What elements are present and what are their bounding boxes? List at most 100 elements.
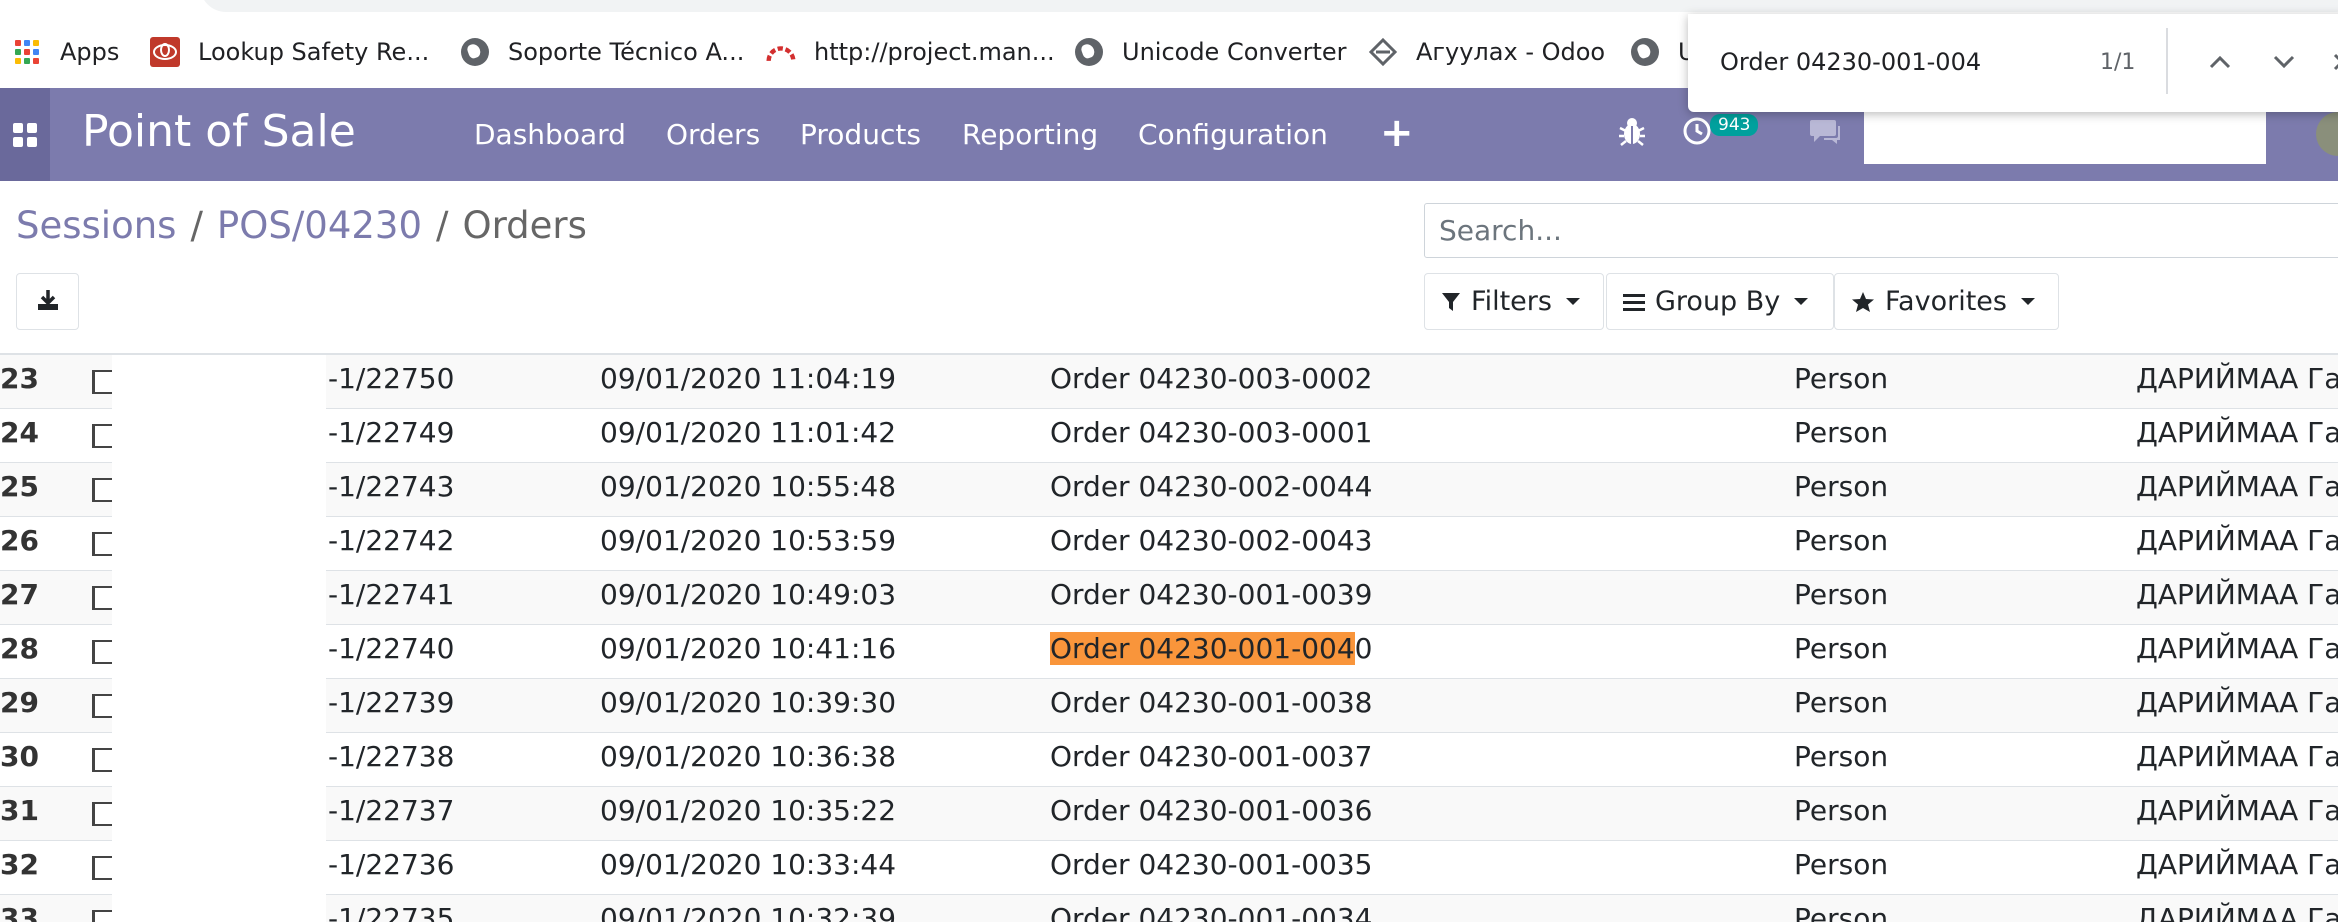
row-number: 31 — [0, 794, 39, 827]
table-row[interactable]: 30 -1/22738 09/01/2020 10:36:38 Order 04… — [0, 733, 2338, 787]
close-icon[interactable] — [2324, 44, 2338, 80]
filter-icon — [1442, 292, 1460, 311]
bookmark-label: Soporte Técnico A... — [508, 38, 745, 66]
order-name: Order 04230-003-0002 — [1050, 362, 1373, 395]
order-ref: -1/22743 — [328, 470, 455, 503]
order-ref: -1/22735 — [328, 902, 455, 922]
bookmark-lookup-safety[interactable]: Lookup Safety Re... — [150, 30, 429, 74]
row-checkbox[interactable] — [92, 478, 114, 502]
address-bar[interactable] — [200, 0, 2338, 12]
row-number: 33 — [0, 902, 39, 922]
favorites-button[interactable]: Favorites — [1834, 273, 2059, 330]
row-checkbox[interactable] — [92, 424, 114, 448]
chat-icon[interactable] — [1808, 116, 1842, 150]
row-checkbox[interactable] — [92, 370, 114, 394]
table-row[interactable]: 32 -1/22736 09/01/2020 10:33:44 Order 04… — [0, 841, 2338, 895]
menu-configuration[interactable]: Configuration — [1138, 118, 1328, 151]
find-in-page-bar: Order 04230-001-004 1/1 — [1688, 14, 2338, 112]
table-row[interactable]: 33 -1/22735 09/01/2020 10:32:39 Order 04… — [0, 895, 2338, 922]
order-name: Order 04230-001-0037 — [1050, 740, 1373, 773]
order-name: Order 04230-001-0039 — [1050, 578, 1373, 611]
order-cashier: ДАРИЙМАА Га — [2136, 524, 2338, 557]
avatar[interactable] — [2316, 112, 2338, 156]
order-customer: Person — [1794, 470, 1889, 503]
table-row[interactable]: 25 -1/22743 09/01/2020 10:55:48 Order 04… — [0, 463, 2338, 517]
row-checkbox[interactable] — [92, 856, 114, 880]
group-by-label: Group By — [1655, 286, 1781, 317]
order-date: 09/01/2020 10:32:39 — [600, 902, 897, 922]
find-match-count: 1/1 — [2100, 50, 2136, 75]
order-cashier: ДАРИЙМАА Га — [2136, 470, 2338, 503]
row-checkbox[interactable] — [92, 694, 114, 718]
chevron-down-icon[interactable] — [2266, 44, 2302, 80]
bug-icon[interactable] — [1618, 116, 1646, 152]
apps-menu-icon[interactable] — [0, 88, 50, 181]
row-number: 24 — [0, 416, 39, 449]
order-name: Order 04230-001-0035 — [1050, 848, 1373, 881]
order-date: 09/01/2020 10:53:59 — [600, 524, 897, 557]
activity-count-badge: 943 — [1710, 114, 1759, 136]
caret-down-icon — [1565, 298, 1580, 305]
order-ref: -1/22750 — [328, 362, 455, 395]
clock-icon[interactable] — [1682, 116, 1712, 150]
globe-icon — [460, 37, 490, 67]
bookmark-label: Агуулах - Odoo — [1416, 38, 1606, 66]
table-row[interactable]: 27 -1/22741 09/01/2020 10:49:03 Order 04… — [0, 571, 2338, 625]
bookmark-project[interactable]: http://project.man... — [766, 30, 1055, 74]
order-customer: Person — [1794, 362, 1889, 395]
order-ref: -1/22742 — [328, 524, 455, 557]
column-gap — [112, 355, 326, 922]
row-checkbox[interactable] — [92, 910, 114, 922]
breadcrumb-separator: / — [436, 204, 449, 247]
app-brand[interactable]: Point of Sale — [82, 106, 356, 157]
table-row[interactable]: 26 -1/22742 09/01/2020 10:53:59 Order 04… — [0, 517, 2338, 571]
bookmark-unicode-converter[interactable]: Unicode Converter — [1074, 30, 1346, 74]
order-cashier: ДАРИЙМАА Га — [2136, 902, 2338, 922]
row-checkbox[interactable] — [92, 532, 114, 556]
bookmark-apps[interactable]: Apps — [12, 30, 119, 74]
order-name: Order 04230-002-0043 — [1050, 524, 1373, 557]
order-customer: Person — [1794, 848, 1889, 881]
odoo-icon — [1368, 37, 1398, 67]
bookmark-label: http://project.man... — [814, 38, 1055, 66]
order-name: Order 04230-001-0034 — [1050, 902, 1373, 922]
menu-products[interactable]: Products — [800, 118, 921, 151]
menu-orders[interactable]: Orders — [666, 118, 760, 151]
row-checkbox[interactable] — [92, 586, 114, 610]
order-customer: Person — [1794, 632, 1889, 665]
filters-button[interactable]: Filters — [1424, 273, 1604, 330]
globe-icon — [1630, 37, 1660, 67]
table-row[interactable]: 31 -1/22737 09/01/2020 10:35:22 Order 04… — [0, 787, 2338, 841]
search-input[interactable] — [1439, 214, 2039, 247]
bookmark-odoo-warehouse[interactable]: Агуулах - Odoo — [1368, 30, 1605, 74]
bookmark-label: Unicode Converter — [1122, 38, 1347, 66]
menu-reporting[interactable]: Reporting — [962, 118, 1098, 151]
order-ref: -1/22740 — [328, 632, 455, 665]
table-row[interactable]: 29 -1/22739 09/01/2020 10:39:30 Order 04… — [0, 679, 2338, 733]
breadcrumb: Sessions / POS/04230 / Orders — [16, 204, 587, 247]
row-checkbox[interactable] — [92, 802, 114, 826]
table-row[interactable]: 23 -1/22750 09/01/2020 11:04:19 Order 04… — [0, 355, 2338, 409]
row-checkbox[interactable] — [92, 640, 114, 664]
order-cashier: ДАРИЙМАА Га — [2136, 632, 2338, 665]
page-title: Orders — [462, 204, 587, 247]
bookmark-u[interactable]: U — [1630, 30, 1696, 74]
plus-icon[interactable]: + — [1380, 110, 1414, 156]
table-row[interactable]: 28 -1/22740 09/01/2020 10:41:16 Order 04… — [0, 625, 2338, 679]
table-row[interactable]: 24 -1/22749 09/01/2020 11:01:42 Order 04… — [0, 409, 2338, 463]
bookmark-soporte-tecnico[interactable]: Soporte Técnico A... — [460, 30, 744, 74]
arc-logo-icon — [766, 37, 796, 67]
order-ref: -1/22738 — [328, 740, 455, 773]
order-customer: Person — [1794, 740, 1889, 773]
search-box[interactable] — [1424, 203, 2338, 258]
breadcrumb-sessions[interactable]: Sessions — [16, 204, 176, 247]
find-query-input[interactable]: Order 04230-001-004 — [1720, 48, 1981, 76]
group-by-button[interactable]: Group By — [1606, 273, 1834, 330]
download-button[interactable] — [16, 273, 79, 330]
chevron-up-icon[interactable] — [2202, 44, 2238, 80]
order-name-rest: 0 — [1354, 632, 1373, 665]
menu-dashboard[interactable]: Dashboard — [474, 118, 626, 151]
breadcrumb-session[interactable]: POS/04230 — [217, 204, 422, 247]
row-checkbox[interactable] — [92, 748, 114, 772]
order-ref: -1/22749 — [328, 416, 455, 449]
